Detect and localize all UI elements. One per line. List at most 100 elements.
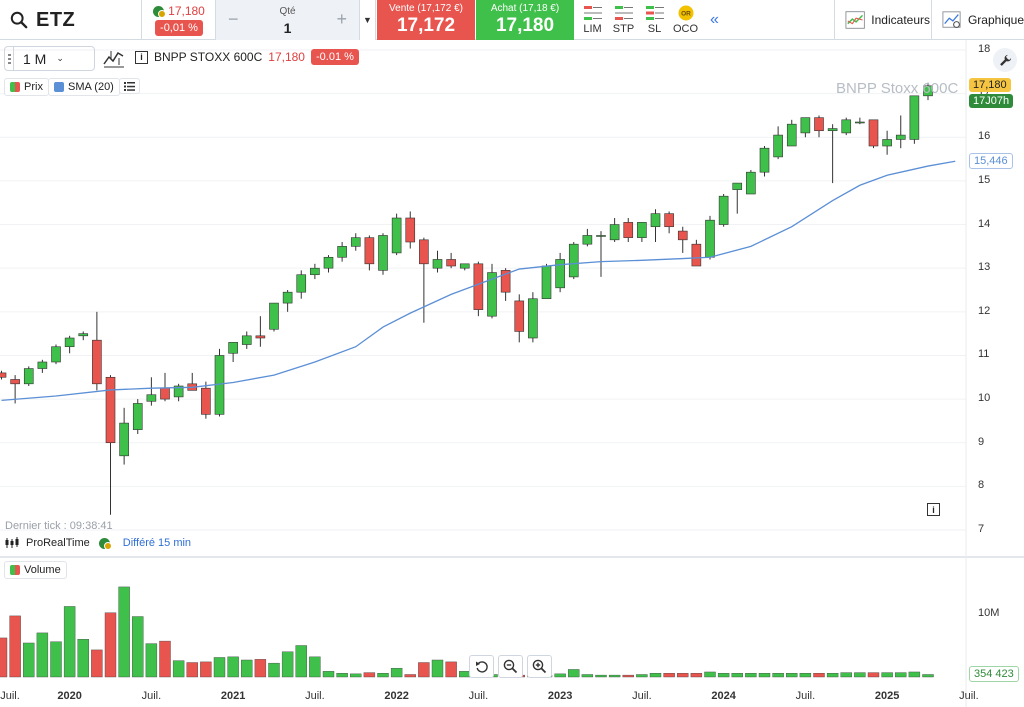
quantity-stepper[interactable]: − Qté 1 + xyxy=(216,0,360,40)
candle[interactable] xyxy=(78,331,89,341)
candle[interactable] xyxy=(882,130,892,155)
candle[interactable] xyxy=(214,348,225,417)
indicators-button[interactable]: Indicateurs xyxy=(834,0,930,40)
candle[interactable] xyxy=(786,119,797,147)
candle[interactable] xyxy=(528,292,538,343)
candle[interactable] xyxy=(459,263,470,271)
candle-body xyxy=(446,259,456,267)
legend-price[interactable]: Prix xyxy=(4,78,49,96)
candle[interactable] xyxy=(555,252,565,293)
info-icon[interactable]: i xyxy=(135,50,148,64)
candle[interactable] xyxy=(827,124,838,184)
candle[interactable] xyxy=(691,239,702,267)
candle[interactable] xyxy=(868,119,879,149)
candle[interactable] xyxy=(582,228,593,247)
buy-button[interactable]: Achat (17,18 €) 17,180 xyxy=(476,0,574,40)
candle[interactable] xyxy=(419,237,429,323)
candle[interactable] xyxy=(514,294,525,343)
candle[interactable] xyxy=(146,377,157,406)
candle[interactable] xyxy=(718,194,729,227)
candle[interactable] xyxy=(364,235,375,271)
candle[interactable] xyxy=(323,255,334,273)
candle[interactable] xyxy=(378,233,388,275)
candle[interactable] xyxy=(64,335,75,354)
price-chart[interactable] xyxy=(0,40,1024,707)
zoom-out-button[interactable] xyxy=(498,655,523,678)
reset-zoom-button[interactable] xyxy=(469,655,494,678)
candle[interactable] xyxy=(269,302,279,332)
candle[interactable] xyxy=(541,263,552,300)
candle[interactable] xyxy=(241,331,252,349)
candle[interactable] xyxy=(160,372,170,402)
candle[interactable] xyxy=(705,215,715,260)
indicators-icon xyxy=(845,11,865,29)
candle[interactable] xyxy=(405,211,416,249)
candle[interactable] xyxy=(132,399,143,434)
candle[interactable] xyxy=(609,218,620,242)
candle[interactable] xyxy=(23,366,34,386)
candle[interactable] xyxy=(0,370,7,380)
candle[interactable] xyxy=(800,117,811,138)
candle[interactable] xyxy=(201,381,211,419)
candle[interactable] xyxy=(814,115,824,138)
candle[interactable] xyxy=(759,146,770,177)
candle[interactable] xyxy=(841,117,852,136)
candle[interactable] xyxy=(432,250,443,273)
candle[interactable] xyxy=(909,95,920,144)
candle[interactable] xyxy=(568,242,579,280)
instrument-change-badge: -0.01 % xyxy=(310,49,359,65)
zoom-in-button[interactable] xyxy=(527,655,552,678)
order-type-lim[interactable]: LIM xyxy=(577,0,608,40)
candle[interactable] xyxy=(37,359,48,373)
candle[interactable] xyxy=(296,270,307,299)
candle[interactable] xyxy=(650,209,661,242)
chart-settings-button[interactable]: Graphique xyxy=(931,0,1024,40)
volume-bar xyxy=(336,673,348,678)
candle[interactable] xyxy=(391,213,402,256)
legend-sma[interactable]: SMA (20) xyxy=(48,78,120,96)
candle[interactable] xyxy=(92,311,102,391)
sell-button[interactable]: Vente (17,172 €) 17,172 xyxy=(377,0,475,40)
price-axis-tick: 15 xyxy=(978,173,991,186)
candle[interactable] xyxy=(732,182,743,214)
order-type-oco[interactable]: OR OCO xyxy=(670,0,701,40)
candlesticks xyxy=(0,82,933,515)
candle[interactable] xyxy=(596,231,606,277)
sma-value-tag: 15,446 xyxy=(969,153,1013,169)
legend-list-button[interactable] xyxy=(119,78,140,94)
candle[interactable] xyxy=(446,252,456,269)
candle[interactable] xyxy=(623,218,634,242)
chart-type-icon[interactable] xyxy=(101,47,127,71)
candle[interactable] xyxy=(282,290,293,312)
candle[interactable] xyxy=(677,226,688,253)
legend-volume[interactable]: Volume xyxy=(4,561,67,579)
order-type-stp[interactable]: STP xyxy=(608,0,639,40)
candle[interactable] xyxy=(746,170,756,195)
candle[interactable] xyxy=(637,222,647,242)
info-icon[interactable]: i xyxy=(927,503,940,516)
candle[interactable] xyxy=(664,211,674,234)
candle[interactable] xyxy=(773,126,783,160)
candle[interactable] xyxy=(310,263,320,280)
candle[interactable] xyxy=(255,316,266,347)
quantity-increase-button[interactable]: + xyxy=(336,9,347,30)
quantity-dropdown[interactable]: ▼ xyxy=(360,0,376,40)
candle[interactable] xyxy=(350,233,361,251)
candle[interactable] xyxy=(105,375,116,515)
delay-notice: Différé 15 min xyxy=(122,537,192,549)
candle[interactable] xyxy=(51,344,61,365)
instrument-search[interactable]: ETZ xyxy=(0,0,142,40)
period-selector[interactable]: 1 M ⌄ xyxy=(4,46,95,71)
candle[interactable] xyxy=(895,115,906,149)
candle[interactable] xyxy=(473,261,484,317)
collapse-toolbar-icon[interactable]: « xyxy=(710,11,719,29)
candle-body xyxy=(555,259,565,289)
candle[interactable] xyxy=(337,242,347,262)
candle[interactable] xyxy=(487,263,497,319)
drag-handle-icon[interactable] xyxy=(5,46,14,71)
candle[interactable] xyxy=(228,342,238,362)
candle[interactable] xyxy=(119,407,129,465)
order-type-sl[interactable]: SL xyxy=(639,0,670,40)
chart-tools-button[interactable] xyxy=(993,48,1017,72)
candle[interactable] xyxy=(855,117,865,125)
